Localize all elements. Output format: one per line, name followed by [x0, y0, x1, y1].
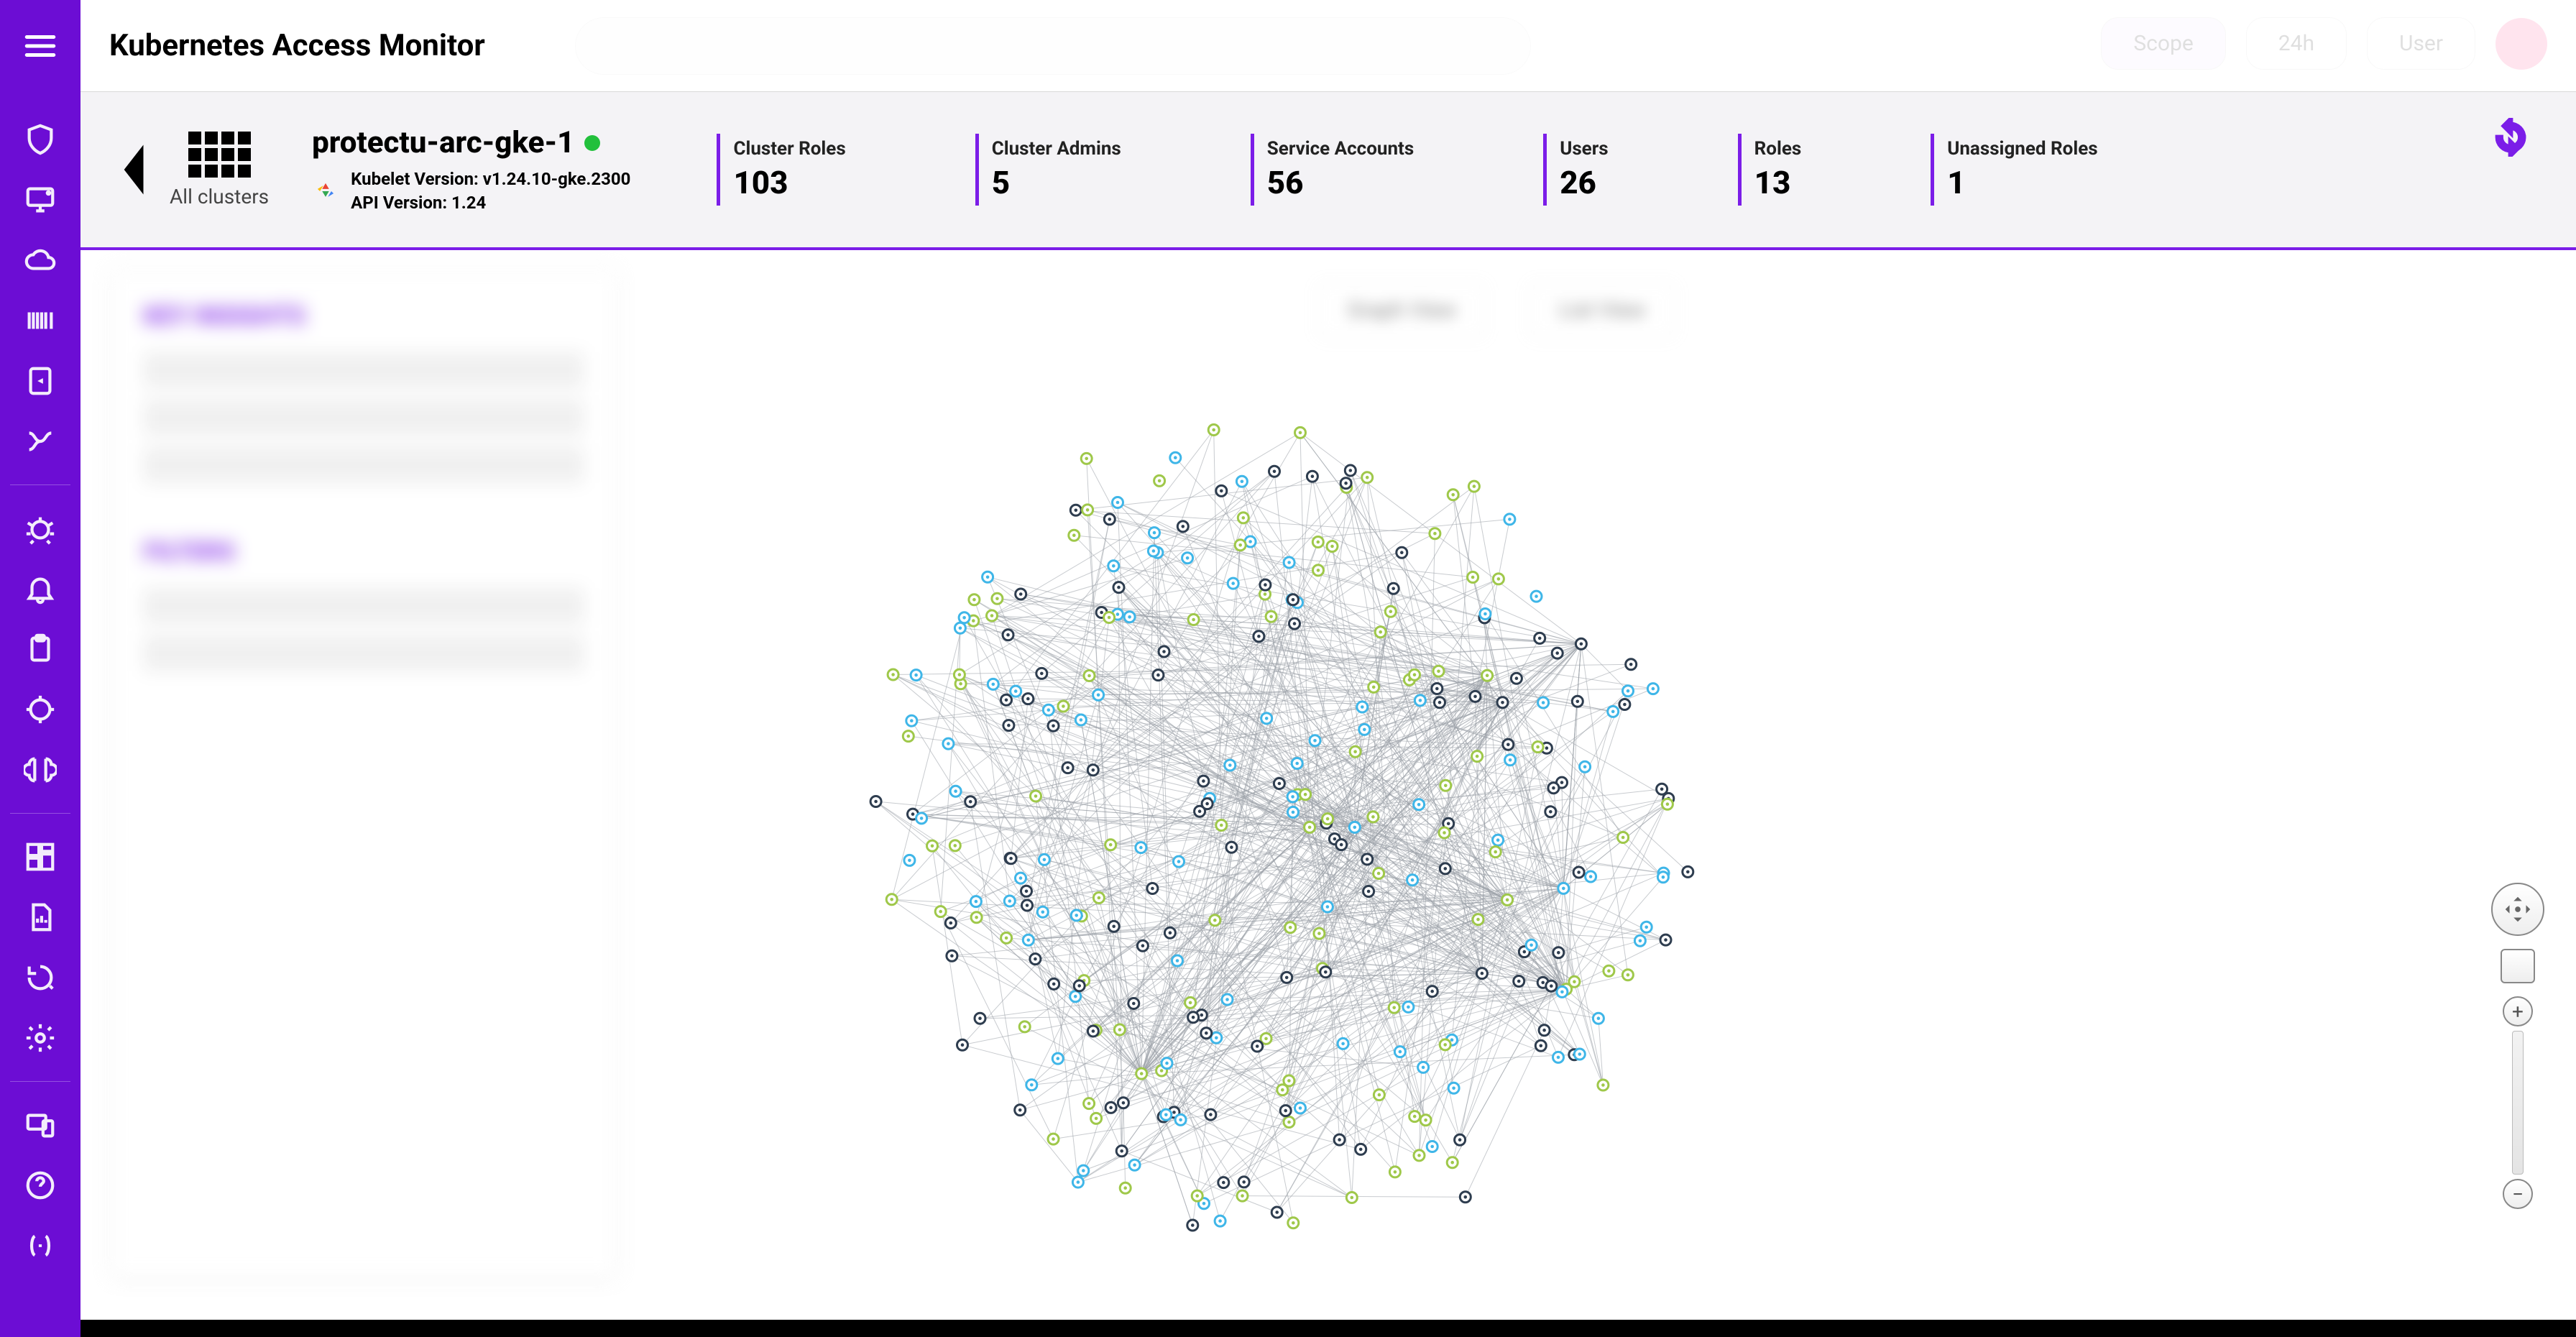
nav-help-icon[interactable]: [22, 1167, 59, 1204]
access-graph[interactable]: [770, 372, 1791, 1292]
metric-title: Unassigned Roles: [1947, 138, 2097, 160]
cluster-name: protectu-arc-gke-1: [312, 125, 574, 160]
kubelet-version: Kubelet Version: v1.24.10-gke.2300: [351, 167, 630, 190]
user-pill[interactable]: User: [2367, 17, 2475, 70]
api-version: API Version: 1.24: [351, 191, 630, 214]
top-right-group: Scope 24h User: [2101, 17, 2547, 70]
metric-card: Cluster Admins 5: [975, 134, 1121, 206]
metric-title: Cluster Roles: [733, 138, 845, 160]
pan-control[interactable]: [2491, 883, 2544, 936]
view-segment-list[interactable]: List View: [1529, 282, 1675, 338]
nav-bell-icon[interactable]: [22, 570, 59, 607]
metric-card: Roles 13: [1738, 134, 1802, 206]
metric-value: 1: [1947, 164, 2097, 201]
metric-value: 56: [1267, 164, 1414, 201]
cluster-header-strip: All clusters protectu-arc-gke-1 Kubelet …: [80, 92, 2576, 250]
all-clusters-label: All clusters: [170, 185, 269, 208]
zoom-in-button[interactable]: +: [2503, 996, 2533, 1026]
nav-history-icon[interactable]: [22, 959, 59, 996]
nav-monitor-icon[interactable]: [22, 181, 59, 219]
gcp-logo-icon: [312, 178, 339, 205]
metric-value: 13: [1754, 164, 1802, 201]
view-segment-graph[interactable]: Graph View: [1317, 282, 1486, 338]
hamburger-menu[interactable]: [0, 0, 80, 92]
all-clusters-button[interactable]: All clusters: [170, 132, 269, 208]
nav-target-icon[interactable]: [22, 691, 59, 728]
metric-card: Unassigned Roles 1: [1931, 134, 2097, 206]
nav-brain-icon[interactable]: [22, 751, 59, 789]
metric-value: 26: [1560, 164, 1608, 201]
zoom-out-button[interactable]: −: [2503, 1179, 2533, 1209]
global-search-input[interactable]: [575, 17, 1531, 75]
metric-value: 5: [992, 164, 1121, 201]
nav-dashboard-icon[interactable]: [22, 838, 59, 876]
app-title: Kubernetes Access Monitor: [109, 28, 485, 63]
zoom-controls: + −: [2491, 883, 2544, 1209]
nav-deploy-icon[interactable]: [22, 362, 59, 400]
metric-title: Cluster Admins: [992, 138, 1121, 160]
metric-title: Users: [1560, 138, 1608, 160]
nav-settings-icon[interactable]: [22, 1019, 59, 1057]
metric-value: 103: [733, 164, 845, 201]
nav-pipeline-icon[interactable]: [22, 423, 59, 460]
cluster-status-dot-icon: [584, 135, 600, 151]
grid-icon: [188, 132, 251, 178]
refresh-icon[interactable]: [2491, 118, 2530, 157]
nav-cloud-icon[interactable]: [22, 242, 59, 279]
metrics-row: Cluster Roles 103 Cluster Admins 5 Service A…: [717, 134, 2227, 206]
nav-clipboard-icon[interactable]: [22, 630, 59, 668]
fit-to-screen-button[interactable]: [2501, 949, 2535, 983]
view-toggle-bar: Graph View List View: [785, 270, 2208, 349]
nav-report-icon[interactable]: [22, 899, 59, 936]
metric-title: Roles: [1754, 138, 1802, 160]
metric-card: Cluster Roles 103: [717, 134, 845, 206]
nav-bug-icon[interactable]: [22, 510, 59, 547]
back-arrow[interactable]: [115, 134, 155, 206]
bottom-edge: [80, 1320, 2576, 1337]
metric-card: Users 26: [1543, 134, 1608, 206]
nav-devices-icon[interactable]: [22, 1106, 59, 1144]
nav-api-icon[interactable]: [22, 1227, 59, 1264]
nav-barcode-icon[interactable]: [22, 302, 59, 339]
zoom-slider[interactable]: [2512, 1031, 2524, 1175]
alert-indicator-icon[interactable]: [2496, 18, 2547, 70]
time-pill[interactable]: 24h: [2246, 17, 2347, 70]
left-nav-rail: [0, 92, 80, 1337]
metric-card: Service Accounts 56: [1251, 134, 1414, 206]
scope-pill[interactable]: Scope: [2101, 17, 2225, 70]
nav-shield-icon[interactable]: [22, 121, 59, 158]
insights-panel: KEY INSIGHTS FILTERS: [112, 270, 615, 1277]
metric-title: Service Accounts: [1267, 138, 1414, 160]
